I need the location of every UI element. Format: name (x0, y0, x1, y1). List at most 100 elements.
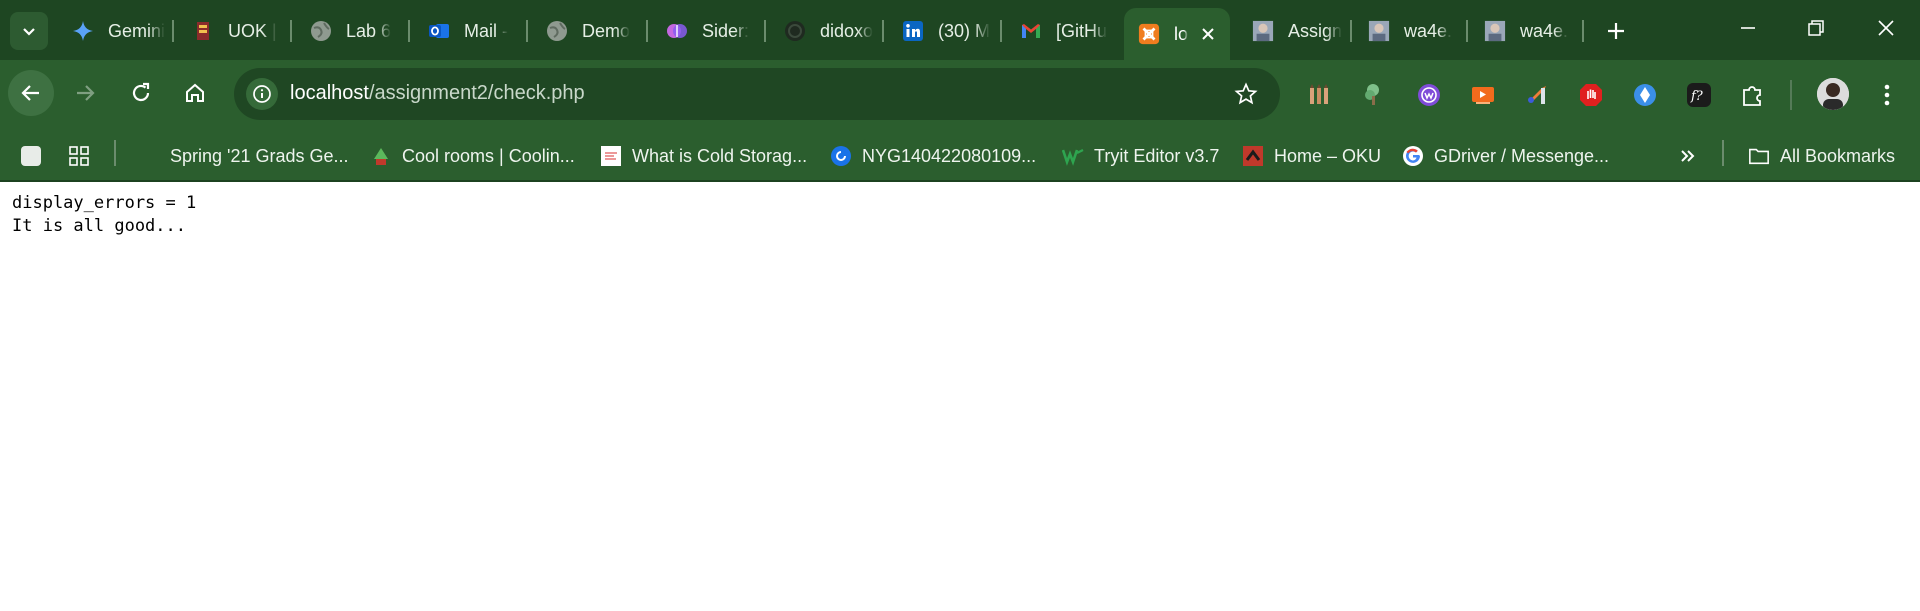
svg-text:f?: f? (1690, 89, 1704, 104)
apps-button[interactable] (68, 140, 100, 172)
diamond-icon (1634, 84, 1656, 106)
extensions-menu-button[interactable] (1736, 78, 1770, 112)
restore-button[interactable] (1788, 8, 1844, 48)
tab-wa4e-1[interactable]: wa4e. (1354, 10, 1464, 52)
tab-gmail[interactable]: [GitHu (1006, 10, 1116, 52)
hand-stop-icon (1580, 84, 1602, 106)
oku-icon (1242, 145, 1264, 167)
bookmark-star-button[interactable] (1232, 80, 1260, 108)
profile-avatar[interactable] (1817, 78, 1849, 110)
site-info-button[interactable] (246, 78, 278, 110)
plus-icon (1608, 23, 1624, 39)
github-icon (784, 20, 806, 42)
back-button[interactable] (8, 70, 54, 116)
google-icon (1402, 145, 1424, 167)
tab-divider (1466, 20, 1468, 42)
close-window-button[interactable] (1858, 8, 1914, 48)
bookmarks-divider (114, 140, 116, 166)
w-circle-icon (1418, 84, 1440, 106)
bookmark-gdriver[interactable]: GDriver / Messenge... (1402, 140, 1609, 172)
browser-menu-button[interactable] (1870, 78, 1904, 112)
chevron-down-icon (23, 28, 35, 36)
coolroom-icon (370, 145, 392, 167)
page-output: display_errors = 1 It is all good... (12, 192, 196, 238)
tab-github-didoxo[interactable]: didoxo (770, 10, 880, 52)
font-question-icon: f? (1687, 83, 1711, 107)
info-icon (253, 85, 271, 103)
address-bar[interactable]: localhost/assignment2/check.php (234, 68, 1280, 120)
folder-icon (1748, 145, 1770, 167)
uok-icon (192, 20, 214, 42)
home-button[interactable] (172, 70, 218, 116)
extension-tree[interactable] (1358, 78, 1392, 112)
star-icon (1234, 82, 1258, 105)
tab-assign[interactable]: Assign (1238, 10, 1348, 52)
tab-divider (408, 20, 410, 42)
tab-mail[interactable]: Mail - (414, 10, 524, 52)
tab-search-button[interactable] (10, 12, 48, 50)
gmail-icon (1020, 20, 1042, 42)
circle-icon (830, 145, 852, 167)
tag-icon (1528, 86, 1546, 104)
close-icon (1202, 28, 1214, 40)
page-content: display_errors = 1 It is all good... (0, 184, 1920, 611)
close-icon (1878, 20, 1894, 36)
gemini-icon (72, 20, 94, 42)
extension-crayons[interactable] (1302, 78, 1336, 112)
tab-divider (1582, 20, 1584, 42)
sider-icon (666, 20, 688, 42)
tab-divider (646, 20, 648, 42)
arrow-left-icon (21, 85, 39, 101)
forward-button[interactable] (62, 70, 108, 116)
extension-tag[interactable] (1520, 78, 1554, 112)
output-line-display-errors: display_errors = 1 (12, 193, 197, 213)
more-bookmarks-button[interactable] (1678, 140, 1698, 172)
tab-divider (1350, 20, 1352, 42)
bookmark-blank[interactable] (20, 140, 52, 172)
bookmark-home-oku[interactable]: Home – OKU (1242, 140, 1381, 172)
linkedin-icon (902, 20, 924, 42)
home-icon (186, 83, 204, 102)
minimize-button[interactable] (1720, 8, 1776, 48)
thumbnail-icon (1484, 20, 1506, 42)
extension-diamond[interactable] (1628, 78, 1662, 112)
tab-linkedin[interactable]: (30) M (888, 10, 998, 52)
bookmarks-divider (1722, 140, 1724, 166)
w3-icon (1062, 145, 1084, 167)
globe-icon (546, 20, 568, 42)
tab-strip: Gemini UOK | Lab 6 Mail - Demo Sider: di… (0, 0, 1920, 60)
close-tab-button[interactable] (1196, 22, 1220, 46)
url-text[interactable]: localhost/assignment2/check.php (290, 82, 585, 105)
chevron-double-right-icon (1681, 150, 1695, 162)
reload-button[interactable] (118, 70, 164, 116)
extension-slides[interactable] (1466, 78, 1500, 112)
bookmark-cool-rooms[interactable]: Cool rooms | Coolin... (370, 140, 575, 172)
tab-sider[interactable]: Sider: (652, 10, 762, 52)
tab-gemini[interactable]: Gemini (58, 10, 170, 52)
square-icon (20, 145, 42, 167)
tab-divider (882, 20, 884, 42)
outlook-icon (428, 20, 450, 42)
bookmark-nyg[interactable]: NYG140422080109... (830, 140, 1036, 172)
bookmark-spring-grads[interactable]: Spring '21 Grads Ge... (140, 140, 349, 172)
bookmark-cold-storage[interactable]: What is Cold Storag... (600, 140, 807, 172)
tab-demo[interactable]: Demo (532, 10, 644, 52)
tab-active-localhost[interactable]: lo (1124, 8, 1230, 60)
tab-divider (1000, 20, 1002, 42)
new-tab-button[interactable] (1598, 13, 1634, 49)
extension-fonts[interactable]: f? (1682, 78, 1716, 112)
extension-adblock[interactable] (1574, 78, 1608, 112)
tab-lab6[interactable]: Lab 6 (296, 10, 406, 52)
tab-divider (172, 20, 174, 42)
tab-divider (290, 20, 292, 42)
doc-icon (600, 145, 622, 167)
apps-grid-icon (68, 145, 90, 167)
extension-w[interactable] (1412, 78, 1446, 112)
bookmark-tryit-editor[interactable]: Tryit Editor v3.7 (1062, 140, 1219, 172)
tree-icon (1365, 84, 1379, 105)
tab-uok[interactable]: UOK | (178, 10, 288, 52)
tab-wa4e-2[interactable]: wa4e. (1470, 10, 1580, 52)
tab-divider (764, 20, 766, 42)
kebab-menu-icon (1884, 84, 1890, 106)
all-bookmarks-button[interactable]: All Bookmarks (1748, 140, 1895, 172)
